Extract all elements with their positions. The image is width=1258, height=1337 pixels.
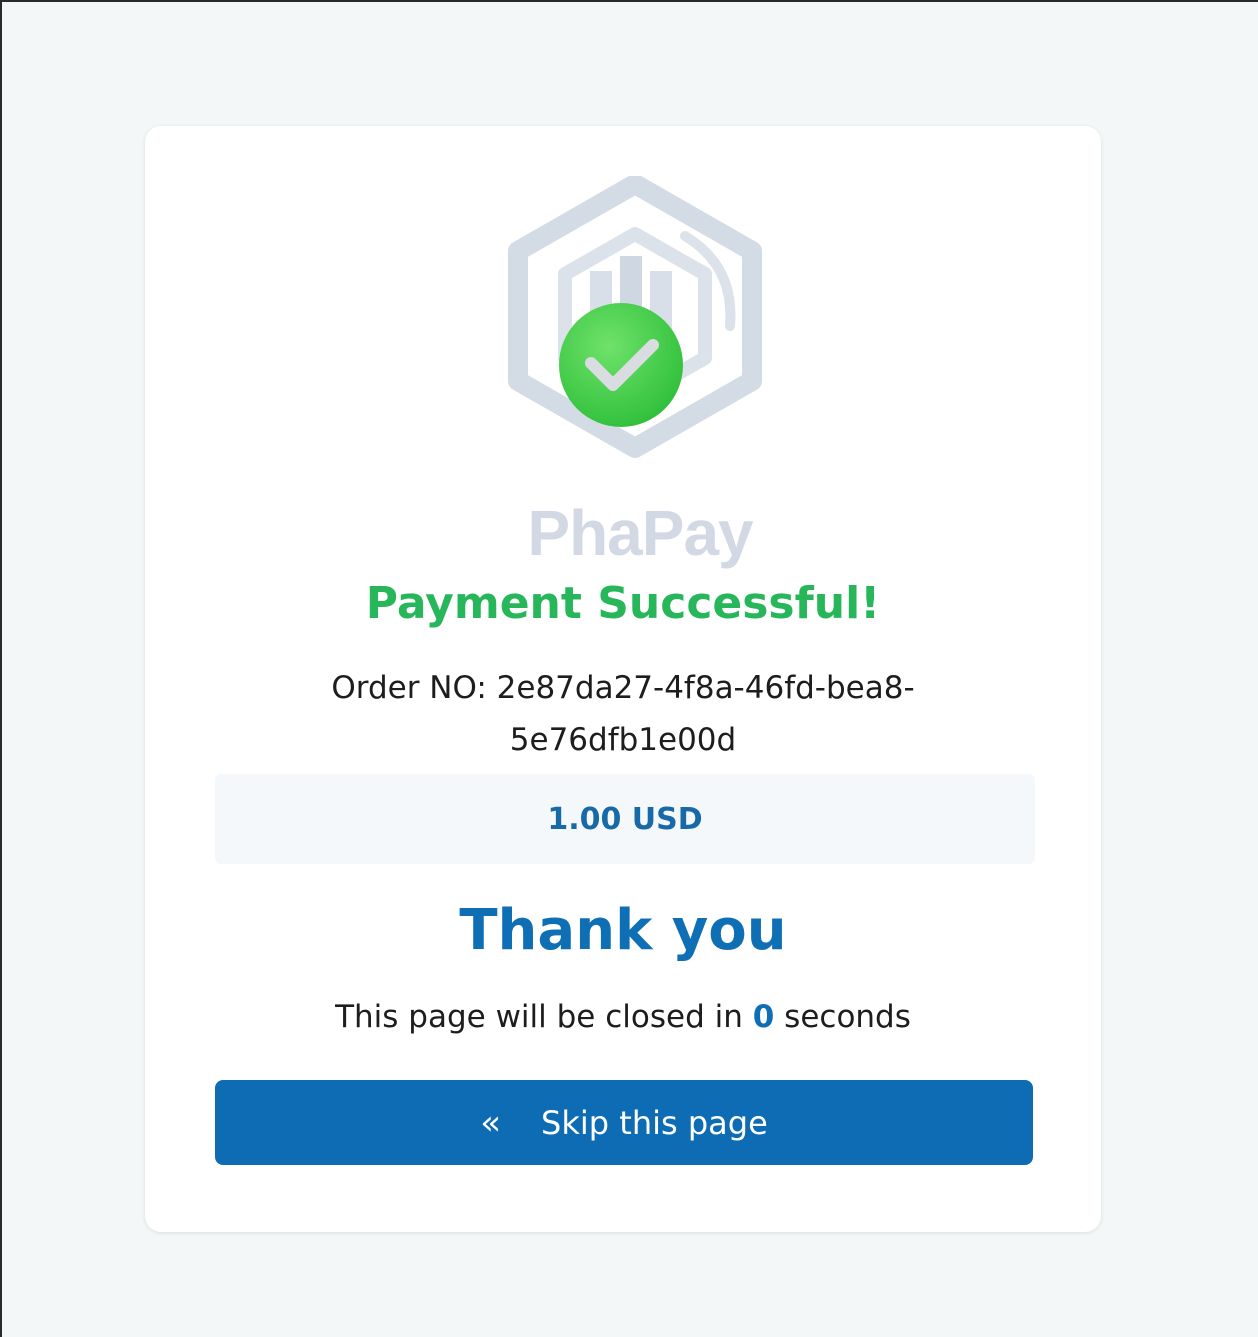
double-chevron-left-icon: « bbox=[480, 1102, 502, 1143]
payment-result-card: PhaPay Payment Successful! Order NO: 2e8… bbox=[145, 126, 1101, 1232]
check-circle-icon bbox=[559, 303, 683, 427]
skip-page-label: Skip this page bbox=[541, 1103, 768, 1142]
order-number: Order NO: 2e87da27-4f8a-46fd-bea8-5e76df… bbox=[305, 662, 941, 766]
order-id: 2e87da27-4f8a-46fd-bea8-5e76dfb1e00d bbox=[496, 670, 915, 758]
brand-wordmark: PhaPay bbox=[527, 497, 753, 569]
skip-page-button[interactable]: « Skip this page bbox=[215, 1080, 1033, 1165]
thank-you-heading: Thank you bbox=[459, 898, 787, 963]
close-countdown: This page will be closed in 0 seconds bbox=[145, 999, 1101, 1035]
countdown-seconds: 0 bbox=[752, 999, 775, 1035]
payment-status-title: Payment Successful! bbox=[365, 578, 881, 629]
amount-value: 1.00 USD bbox=[547, 801, 703, 837]
countdown-prefix: This page will be closed in bbox=[335, 999, 743, 1035]
countdown-suffix: seconds bbox=[784, 999, 911, 1035]
amount-panel: 1.00 USD bbox=[215, 774, 1035, 864]
order-label: Order NO: bbox=[331, 670, 487, 706]
